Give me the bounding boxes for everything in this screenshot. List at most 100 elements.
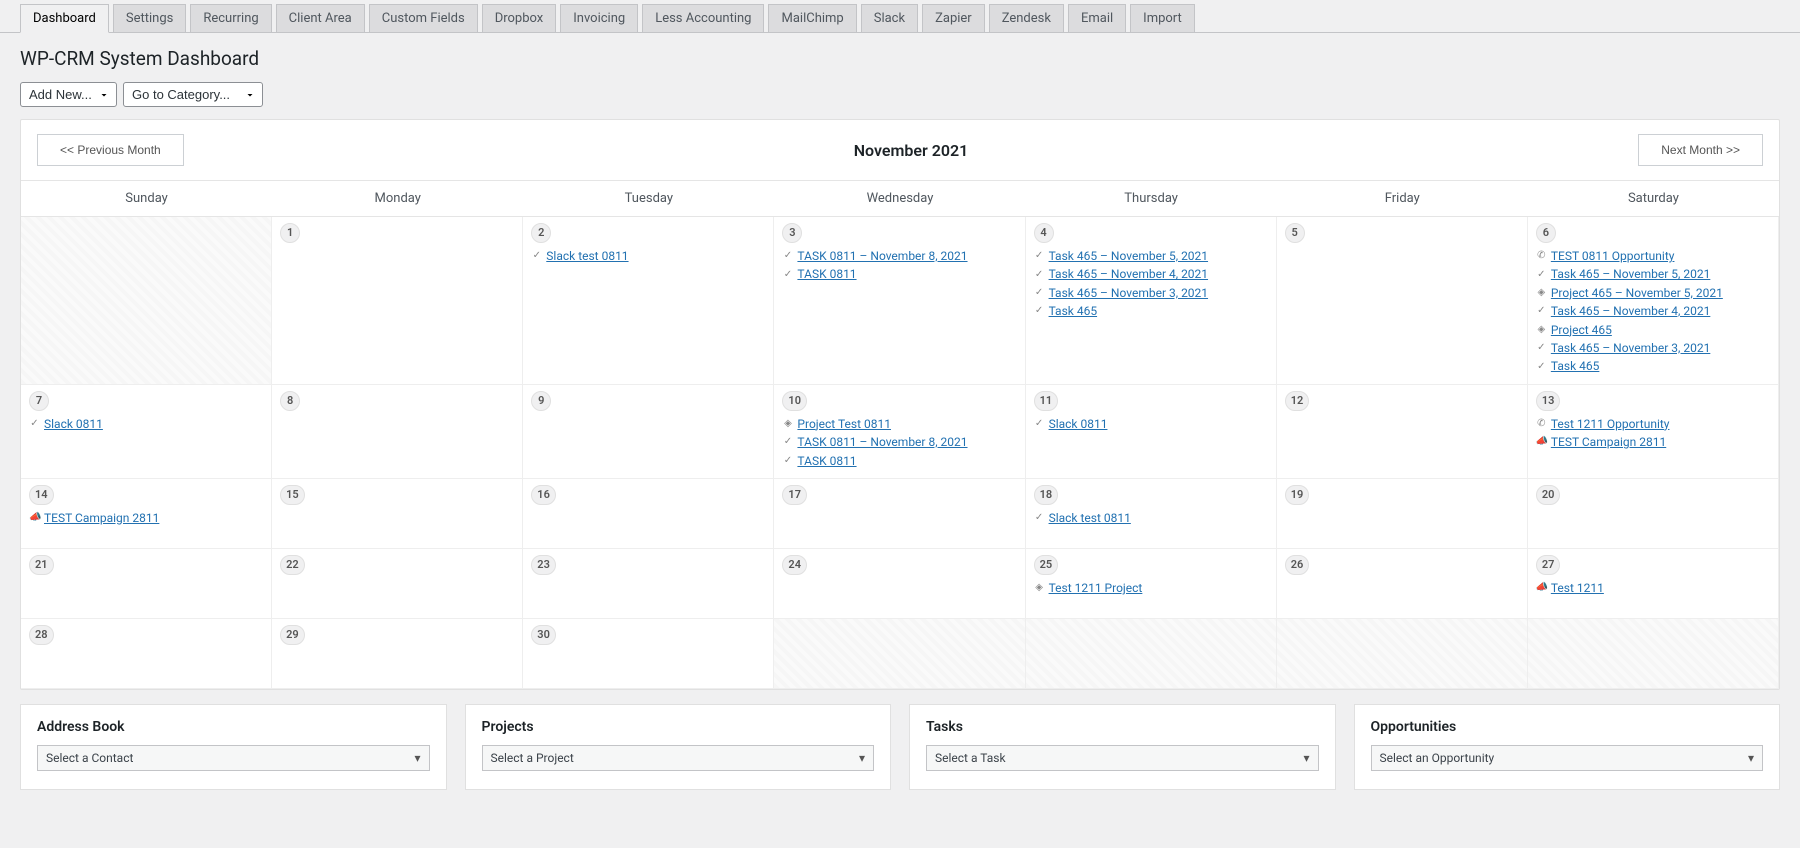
day-number: 18 <box>1034 485 1059 505</box>
tab-import[interactable]: Import <box>1130 4 1195 32</box>
go-category-select[interactable]: Go to Category... <box>123 82 263 107</box>
calendar-event: ✓Task 465 – November 4, 2021 <box>1536 304 1770 318</box>
calendar-event: ✓ Task 465 – November 3, 2021 <box>1034 286 1268 300</box>
calendar-cell: 13✆Test 1211 Opportunity📣TEST Campaign 2… <box>1528 385 1779 479</box>
calendar-event: ✓Slack 0811 <box>1034 417 1268 431</box>
panel-select[interactable]: Select an Opportunity <box>1371 745 1764 771</box>
tab-email[interactable]: Email <box>1068 4 1126 32</box>
weekday-header: Wednesday <box>774 181 1025 216</box>
tab-zendesk[interactable]: Zendesk <box>989 4 1064 32</box>
calendar-event: 📣TEST Campaign 2811 <box>1536 435 1770 449</box>
event-link[interactable]: TASK 0811 – November 8, 2021 <box>797 249 967 263</box>
tab-mailchimp[interactable]: MailChimp <box>768 4 856 32</box>
calendar-cell: 12 <box>1277 385 1528 479</box>
check-icon: ✓ <box>782 455 793 467</box>
day-number: 25 <box>1034 555 1059 575</box>
day-number: 22 <box>280 555 305 575</box>
event-link[interactable]: TASK 0811 <box>797 267 856 281</box>
panel-address-book: Address Book Select a Contact <box>20 704 447 790</box>
tab-dashboard[interactable]: Dashboard <box>20 4 109 33</box>
calendar-cell: 7✓Slack 0811 <box>21 385 272 479</box>
event-link[interactable]: Task 465 – November 4, 2021 <box>1049 267 1208 281</box>
calendar-weekday-row: SundayMondayTuesdayWednesdayThursdayFrid… <box>21 180 1779 217</box>
event-link[interactable]: Task 465 <box>1049 304 1098 318</box>
calendar-cell: 19 <box>1277 479 1528 549</box>
calendar-cell: 21 <box>21 549 272 619</box>
calendar-event: ✓Task 465 – November 4, 2021 <box>1034 267 1268 281</box>
event-link[interactable]: TASK 0811 <box>797 454 856 468</box>
day-number: 19 <box>1285 485 1310 505</box>
panel-select[interactable]: Select a Task <box>926 745 1319 771</box>
event-link[interactable]: Task 465 – November 5, 2021 <box>1049 249 1208 263</box>
event-link[interactable]: Test 1211 <box>1551 581 1604 595</box>
event-link[interactable]: Project 465 – November 5, 2021 <box>1551 286 1723 300</box>
event-link[interactable]: Task 465 – November 3, 2021 <box>1049 286 1208 300</box>
event-link[interactable]: Test 1211 Opportunity <box>1551 417 1670 431</box>
check-icon: ✓ <box>782 436 793 448</box>
event-link[interactable]: TEST Campaign 2811 <box>44 511 159 525</box>
tab-zapier[interactable]: Zapier <box>922 4 985 32</box>
day-number: 6 <box>1536 223 1556 243</box>
calendar-event: 📣TEST Campaign 2811 <box>29 511 263 525</box>
event-link[interactable]: TEST 0811 Opportunity <box>1551 249 1675 263</box>
calendar-cell: 1 <box>272 217 523 385</box>
event-link[interactable]: Project Test 0811 <box>797 417 891 431</box>
calendar-cell: 20 <box>1528 479 1779 549</box>
calendar-event: ✓Task 465 <box>1034 304 1268 318</box>
panel-title: Tasks <box>926 719 1319 735</box>
panel-title: Address Book <box>37 719 430 735</box>
event-link[interactable]: TEST Campaign 2811 <box>1551 435 1666 449</box>
calendar-event: 📣Test 1211 <box>1536 581 1770 595</box>
panel-tasks: Tasks Select a Task <box>909 704 1336 790</box>
check-icon: ✓ <box>1536 342 1547 354</box>
calendar-event: ◈Project 465 <box>1536 323 1770 337</box>
event-link[interactable]: TASK 0811 – November 8, 2021 <box>797 435 967 449</box>
tab-dropbox[interactable]: Dropbox <box>482 4 557 32</box>
add-new-select[interactable]: Add New... <box>20 82 117 107</box>
prev-month-button[interactable]: << Previous Month <box>37 134 184 166</box>
tab-less-accounting[interactable]: Less Accounting <box>642 4 764 32</box>
event-link[interactable]: Project 465 <box>1551 323 1612 337</box>
calendar-cell: 29 <box>272 619 523 689</box>
tab-invoicing[interactable]: Invoicing <box>560 4 638 32</box>
calendar: << Previous Month November 2021 Next Mon… <box>20 119 1780 690</box>
tab-recurring[interactable]: Recurring <box>190 4 271 32</box>
panel-select[interactable]: Select a Project <box>482 745 875 771</box>
calendar-event: ✓ TASK 0811 <box>782 267 1016 281</box>
event-link[interactable]: Task 465 <box>1551 359 1600 373</box>
tab-custom-fields[interactable]: Custom Fields <box>369 4 478 32</box>
panel-projects: ProjectsSelect a Project <box>465 704 892 790</box>
calendar-event: ✓Task 465 – November 5, 2021 <box>1034 249 1268 263</box>
calendar-cell: 5 <box>1277 217 1528 385</box>
weekday-header: Tuesday <box>523 181 774 216</box>
tab-slack[interactable]: Slack <box>861 4 918 32</box>
event-link[interactable]: Task 465 – November 4, 2021 <box>1551 304 1710 318</box>
calendar-title: November 2021 <box>854 141 969 160</box>
day-number: 29 <box>280 625 305 645</box>
tab-settings[interactable]: Settings <box>113 4 186 32</box>
event-link[interactable]: Task 465 – November 3, 2021 <box>1551 341 1710 355</box>
calendar-cell <box>1528 619 1779 689</box>
check-icon: ✓ <box>782 269 793 281</box>
weekday-header: Saturday <box>1528 181 1779 216</box>
calendar-cell: 26 <box>1277 549 1528 619</box>
event-link[interactable]: Slack test 0811 <box>1049 511 1131 525</box>
event-link[interactable]: Task 465 – November 5, 2021 <box>1551 267 1710 281</box>
day-number: 2 <box>531 223 551 243</box>
tab-client-area[interactable]: Client Area <box>276 4 365 32</box>
day-number: 23 <box>531 555 556 575</box>
bottom-panels: Address Book Select a Contact ProjectsSele… <box>20 704 1780 790</box>
check-icon: ✓ <box>1536 269 1547 281</box>
event-link[interactable]: Slack 0811 <box>1049 417 1108 431</box>
calendar-cell <box>1026 619 1277 689</box>
event-link[interactable]: Slack 0811 <box>44 417 103 431</box>
event-link[interactable]: Slack test 0811 <box>546 249 628 263</box>
calendar-cell: 17 <box>774 479 1025 549</box>
day-number: 4 <box>1034 223 1054 243</box>
calendar-event: ✓Task 465 <box>1536 359 1770 373</box>
event-link[interactable]: Test 1211 Project <box>1049 581 1143 595</box>
panel-select[interactable]: Select a Contact <box>37 745 430 771</box>
next-month-button[interactable]: Next Month >> <box>1638 134 1763 166</box>
check-icon: ✓ <box>1034 287 1045 299</box>
phone-icon: ✆ <box>1536 250 1547 262</box>
